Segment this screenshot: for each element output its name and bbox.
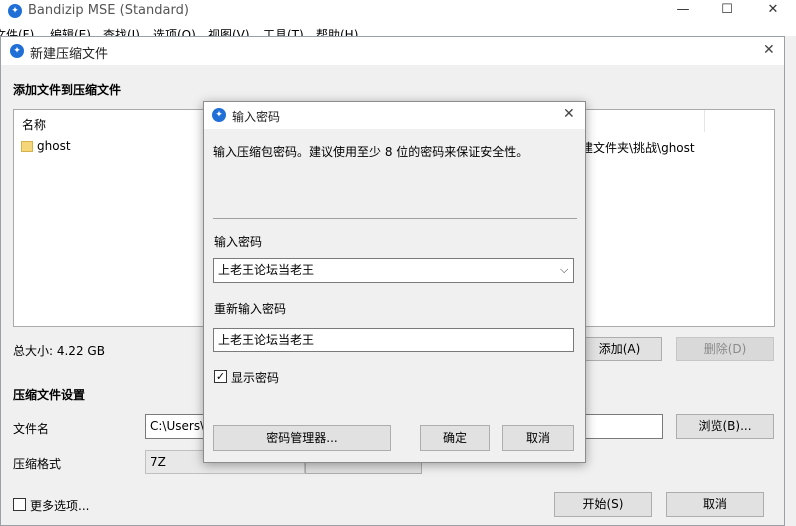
password-description: 输入压缩包密码。建议使用至少 8 位的密码来保证安全性。 bbox=[213, 145, 529, 159]
delete-button[interactable]: 删除(D) bbox=[676, 337, 774, 361]
menu-tools[interactable]: 工具(T) bbox=[263, 26, 304, 36]
password-label: 输入密码 bbox=[214, 235, 263, 249]
archive-settings-heading: 压缩文件设置 bbox=[13, 388, 86, 402]
column-header-name[interactable]: 名称 bbox=[22, 116, 46, 133]
password-title-bar: ✦ 输入密码 ✕ bbox=[204, 102, 585, 129]
browse-button[interactable]: 浏览(B)... bbox=[676, 414, 774, 439]
close-button[interactable]: ✕ bbox=[750, 0, 796, 22]
ok-button[interactable]: 确定 bbox=[420, 425, 490, 451]
chevron-down-icon[interactable]: ⌵ bbox=[560, 263, 568, 277]
password-close-icon[interactable]: ✕ bbox=[563, 106, 575, 122]
main-menu-bar: 文件(F) 编辑(E) 查找(I) 选项(O) 视图(V) 工具(T) 帮助(H… bbox=[0, 22, 796, 36]
add-files-heading: 添加文件到压缩文件 bbox=[13, 83, 122, 97]
menu-find[interactable]: 查找(I) bbox=[103, 26, 140, 36]
menu-edit[interactable]: 编辑(E) bbox=[50, 26, 91, 36]
new-archive-close-icon[interactable]: ✕ bbox=[763, 42, 775, 58]
column-separator[interactable] bbox=[704, 110, 705, 132]
password-cancel-button[interactable]: 取消 bbox=[502, 425, 574, 451]
show-password-checkbox[interactable]: ✓ bbox=[214, 370, 227, 383]
list-item-path: 建文件夹\挑战\ghost bbox=[581, 141, 695, 155]
filename-label: 文件名 bbox=[13, 422, 50, 436]
cancel-button[interactable]: 取消 bbox=[666, 492, 764, 517]
folder-icon bbox=[21, 141, 33, 152]
menu-view[interactable]: 视图(V) bbox=[208, 26, 250, 36]
minimize-button[interactable]: — bbox=[660, 0, 706, 22]
menu-help[interactable]: 帮助(H) bbox=[316, 26, 358, 36]
password-manager-button[interactable]: 密码管理器... bbox=[213, 425, 391, 451]
start-button[interactable]: 开始(S) bbox=[554, 492, 652, 517]
total-size: 总大小: 4.22 GB bbox=[13, 344, 105, 358]
new-archive-title-bar: ✦ 新建压缩文件 ✕ bbox=[1, 37, 784, 65]
new-archive-title: 新建压缩文件 bbox=[30, 47, 109, 62]
bandizip-logo-icon: ✦ bbox=[212, 108, 226, 122]
password-dialog-title: 输入密码 bbox=[232, 110, 281, 124]
menu-file[interactable]: 文件(F) bbox=[0, 26, 34, 36]
repeat-password-input[interactable]: 上老王论坛当老王 bbox=[213, 328, 574, 352]
add-button[interactable]: 添加(A) bbox=[577, 337, 662, 361]
maximize-button[interactable]: ☐ bbox=[704, 0, 750, 22]
bandizip-logo-icon: ✦ bbox=[10, 44, 24, 58]
more-options-checkbox[interactable] bbox=[13, 498, 26, 511]
main-title-bar: ✦ Bandizip MSE (Standard) — ☐ ✕ bbox=[0, 0, 796, 22]
main-window-title: Bandizip MSE (Standard) bbox=[28, 3, 189, 18]
more-options-label[interactable]: 更多选项... bbox=[30, 497, 89, 514]
list-item-name: ghost bbox=[37, 139, 71, 153]
divider bbox=[213, 218, 577, 219]
bandizip-logo-icon: ✦ bbox=[8, 4, 22, 18]
show-password-label[interactable]: 显示密码 bbox=[231, 369, 279, 386]
password-combo[interactable]: 上老王论坛当老王 bbox=[213, 258, 574, 283]
repeat-password-label: 重新输入密码 bbox=[214, 302, 287, 316]
menu-options[interactable]: 选项(O) bbox=[153, 26, 196, 36]
format-label: 压缩格式 bbox=[13, 457, 62, 471]
